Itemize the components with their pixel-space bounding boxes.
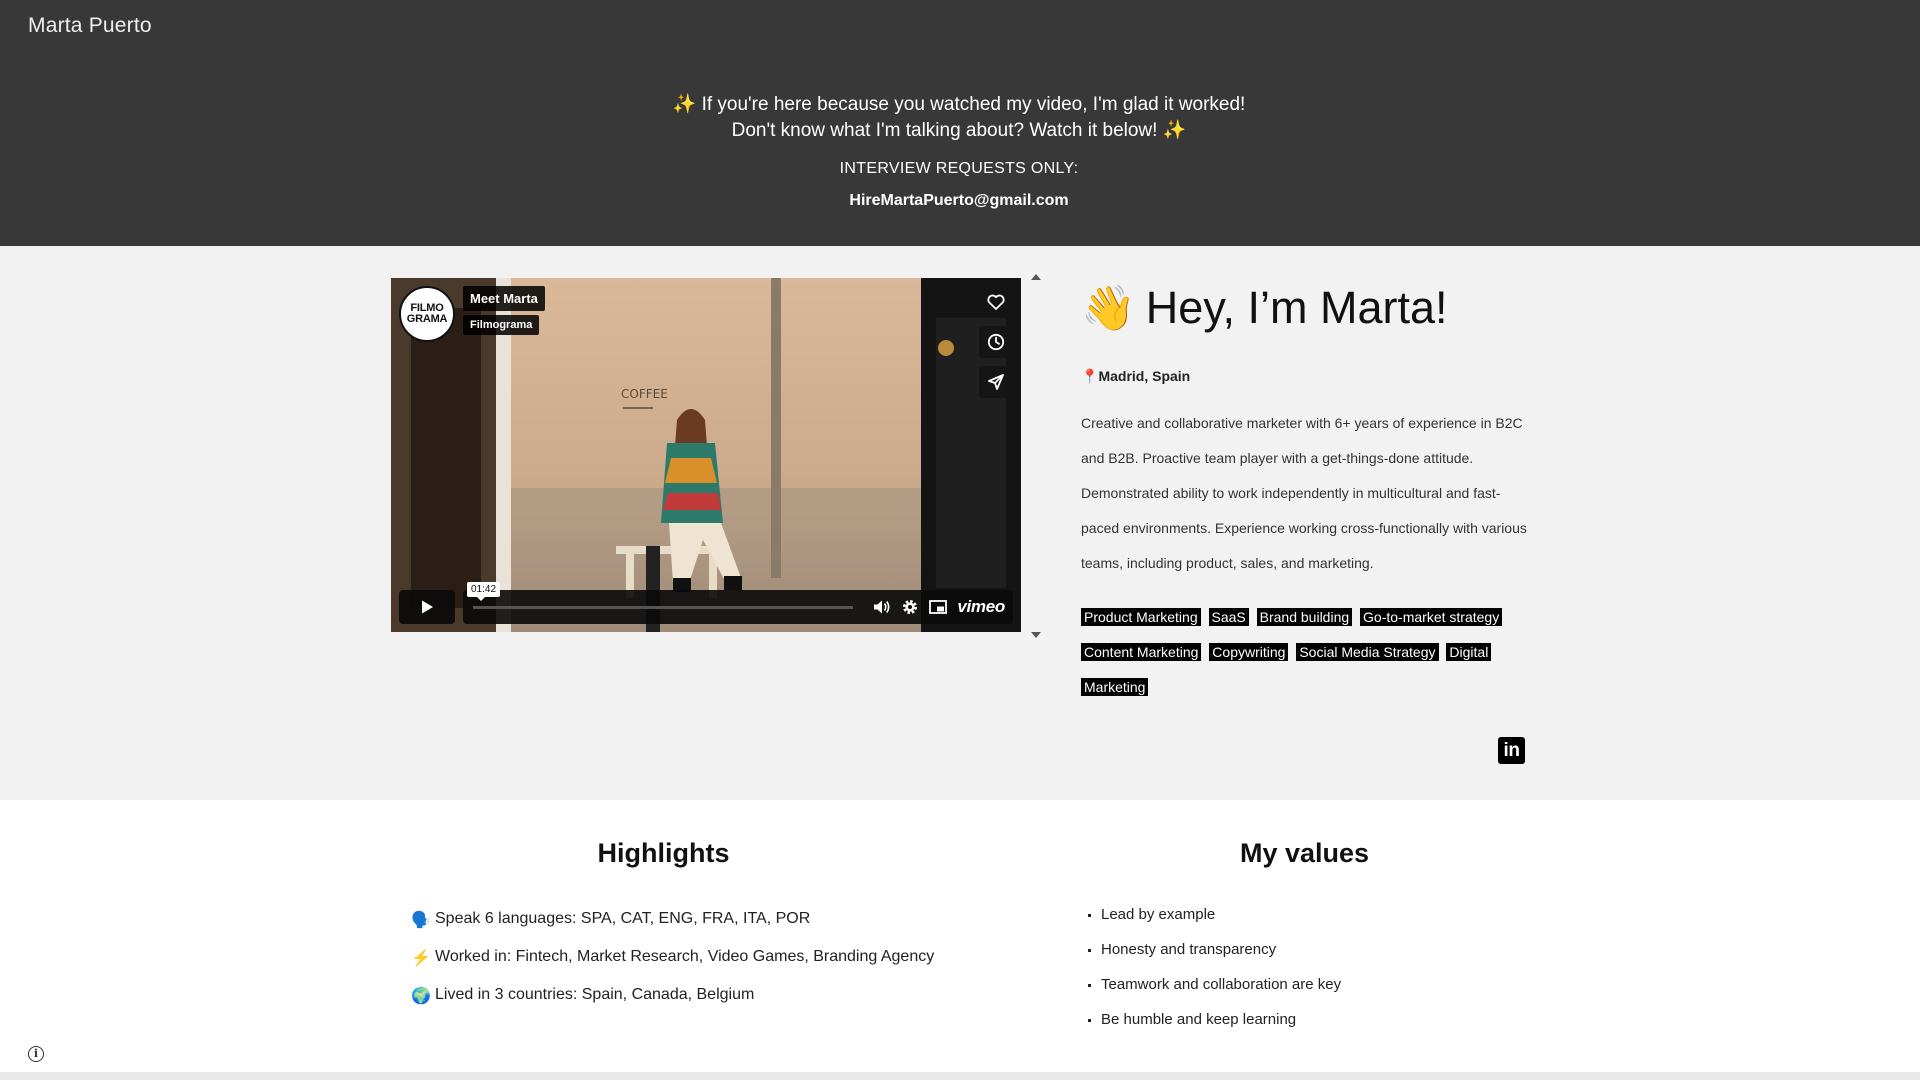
- intro-heading-text: Hey, I’m Marta!: [1145, 282, 1448, 333]
- bio-text: Creative and collaborative marketer with…: [1081, 415, 1527, 571]
- channel-logo[interactable]: FILMO GRAMA: [399, 286, 455, 342]
- intro-section: COFFEE FILMO GRAMA Meet Marta Filmograma: [0, 246, 1920, 800]
- heart-icon: [987, 294, 1005, 310]
- list-item: Teamwork and collaboration are key: [1101, 976, 1341, 1011]
- video-title[interactable]: Meet Marta: [463, 286, 545, 311]
- duration-badge: 01:42: [467, 582, 501, 601]
- watch-later-button[interactable]: [979, 326, 1013, 358]
- wave-icon: 👋: [1081, 284, 1136, 333]
- skill-tag: Brand building: [1256, 608, 1353, 626]
- volume-icon[interactable]: [873, 599, 891, 615]
- lightning-icon: ⚡: [411, 950, 431, 967]
- highlight-text: Speak 6 languages: SPA, CAT, ENG, FRA, I…: [435, 910, 811, 927]
- play-icon: [422, 600, 433, 614]
- intro-heading: 👋 Hey, I’m Marta!: [1081, 282, 1448, 334]
- footer-bar: [0, 1072, 1920, 1080]
- values-list: Lead by example Honesty and transparency…: [1085, 906, 1341, 1046]
- site-title[interactable]: Marta Puerto: [28, 14, 152, 38]
- video-titles: Meet Marta Filmograma: [463, 286, 545, 335]
- linkedin-icon[interactable]: in: [1498, 737, 1525, 764]
- video-channel-overlay: FILMO GRAMA Meet Marta Filmograma: [399, 286, 545, 342]
- location-text: Madrid, Spain: [1098, 368, 1191, 384]
- list-item: Lead by example: [1101, 906, 1341, 941]
- list-item: Honesty and transparency: [1101, 941, 1341, 976]
- skill-tag: Social Media Strategy: [1296, 643, 1439, 661]
- list-item: Be humble and keep learning: [1101, 1011, 1341, 1046]
- list-item: 🗣️ Speak 6 languages: SPA, CAT, ENG, FRA…: [411, 910, 934, 948]
- control-bar: 01:42 vimeo: [463, 582, 1013, 624]
- site-header: Marta Puerto ✨ If you're here because yo…: [0, 0, 1920, 246]
- skill-tag: Copywriting: [1209, 643, 1289, 661]
- video-controls: 01:42 vimeo: [399, 582, 1013, 624]
- send-icon: [988, 374, 1004, 390]
- video-side-actions: [979, 286, 1013, 398]
- video-player[interactable]: COFFEE FILMO GRAMA Meet Marta Filmograma: [391, 278, 1021, 632]
- skill-tag: Content Marketing: [1081, 643, 1202, 661]
- globe-icon: 🌍: [411, 988, 431, 1005]
- info-icon[interactable]: i: [28, 1046, 44, 1062]
- play-button[interactable]: [399, 590, 455, 624]
- banner-line-2: Don't know what I'm talking about? Watch…: [731, 120, 1187, 141]
- location-pin-icon: 📍: [1081, 368, 1099, 384]
- svg-text:COFFEE: COFFEE: [621, 387, 668, 401]
- contact-email: HireMartaPuerto@gmail.com: [849, 192, 1069, 209]
- like-button[interactable]: [979, 286, 1013, 318]
- scroll-down-arrow-icon[interactable]: [1031, 632, 1041, 638]
- share-button[interactable]: [979, 366, 1013, 398]
- skill-tag: Go-to-market strategy: [1360, 608, 1503, 626]
- vimeo-logo[interactable]: vimeo: [957, 597, 1005, 617]
- values-heading: My values: [1239, 838, 1370, 868]
- progress-bar[interactable]: 01:42: [467, 582, 853, 609]
- picture-in-picture-icon[interactable]: [929, 599, 948, 615]
- highlight-text: Lived in 3 countries: Spain, Canada, Bel…: [435, 986, 755, 1003]
- skill-tag: SaaS: [1208, 608, 1249, 626]
- location: 📍Madrid, Spain: [1081, 368, 1190, 385]
- video-banner: ✨ If you're here because you watched my …: [0, 92, 1918, 210]
- embed-scrollbar[interactable]: [1028, 272, 1044, 640]
- control-icons: vimeo: [873, 590, 1005, 624]
- settings-gear-icon[interactable]: [901, 598, 919, 616]
- channel-logo-text-2: GRAMA: [406, 313, 448, 325]
- list-item: ⚡ Worked in: Fintech, Market Research, V…: [411, 948, 934, 986]
- list-item: 🌍 Lived in 3 countries: Spain, Canada, B…: [411, 986, 934, 1024]
- scroll-up-arrow-icon[interactable]: [1031, 274, 1041, 280]
- clock-icon: [987, 333, 1005, 351]
- highlight-text: Worked in: Fintech, Market Research, Vid…: [435, 948, 935, 965]
- speaking-head-icon: 🗣️: [411, 912, 431, 929]
- banner-line-1: ✨ If you're here because you watched my …: [672, 94, 1246, 115]
- highlights-heading: Highlights: [597, 838, 730, 868]
- video-channel-name[interactable]: Filmograma: [463, 315, 540, 335]
- skill-tag: Product Marketing: [1081, 608, 1201, 626]
- interview-label: INTERVIEW REQUESTS ONLY:: [839, 160, 1079, 177]
- skill-tags: Product Marketing SaaS Brand building Go…: [1081, 600, 1531, 705]
- highlights-list: 🗣️ Speak 6 languages: SPA, CAT, ENG, FRA…: [411, 910, 934, 1024]
- highlights-values-section: Highlights My values 🗣️ Speak 6 language…: [0, 800, 1920, 1072]
